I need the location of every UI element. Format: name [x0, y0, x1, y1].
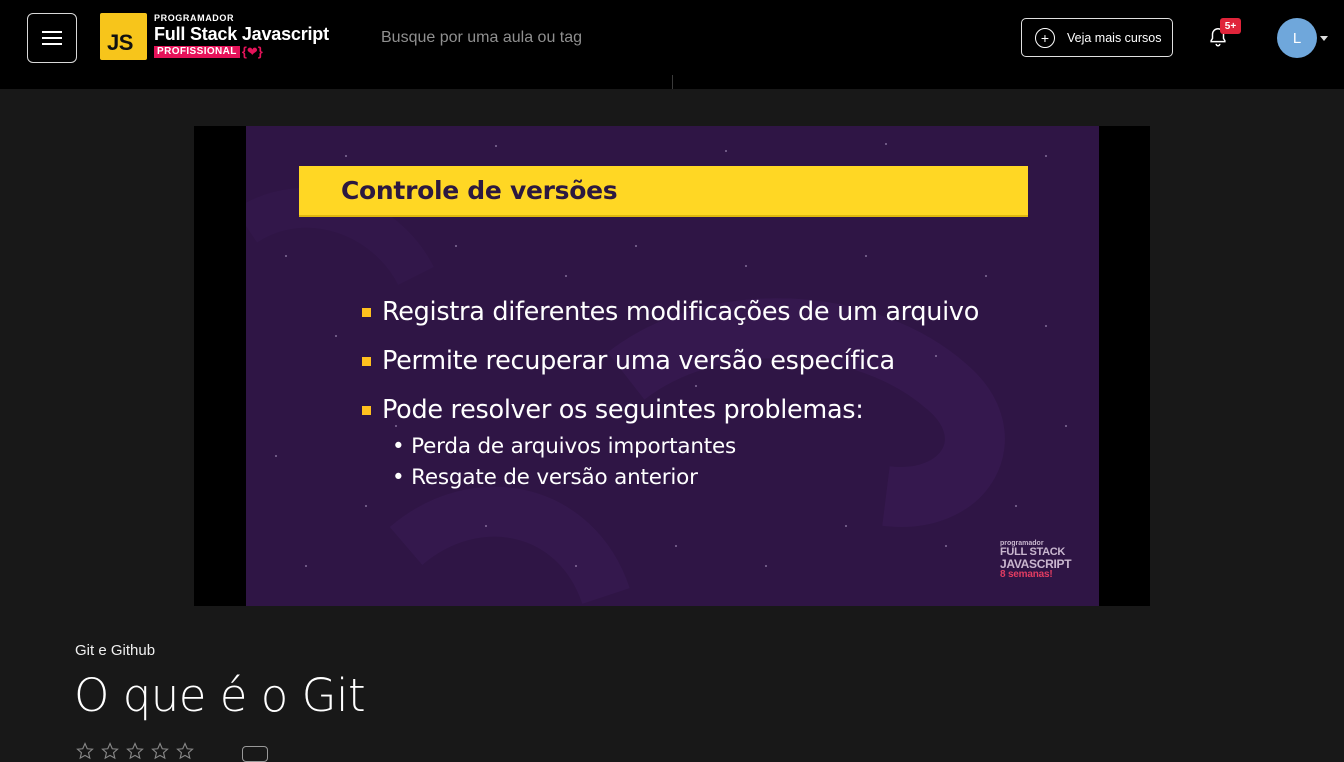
slide-title-bar: Controle de versões: [299, 166, 1028, 217]
slide-logo-line: 8 semanas!: [1000, 569, 1053, 580]
rating-stars: [76, 742, 194, 760]
slide-bullet: Permite recuperar uma versão específica: [362, 346, 895, 376]
search-input[interactable]: [381, 24, 881, 52]
more-courses-label: Veja mais cursos: [1067, 30, 1162, 45]
brand-title: Full Stack Javascript: [154, 24, 329, 44]
brand-subtitle: PROFISSIONAL: [154, 45, 240, 58]
js-logo-text: JS: [107, 29, 133, 55]
bullet-square-icon: [362, 406, 371, 415]
plus-circle-icon: +: [1035, 27, 1055, 48]
slide-bullet-text: Registra diferentes modificações de um a…: [382, 297, 980, 327]
lesson-title: O que é o Git: [74, 669, 366, 722]
brand-kicker: PROGRAMADOR: [154, 13, 235, 23]
star-outline-icon[interactable]: [101, 742, 119, 760]
slide-bullet: Pode resolver os seguintes problemas:: [362, 395, 864, 425]
slide-sub-bullet: • Perda de arquivos importantes: [392, 434, 737, 459]
star-outline-icon[interactable]: [151, 742, 169, 760]
header-divider: [672, 75, 673, 89]
comments-icon[interactable]: [242, 746, 268, 762]
menu-button[interactable]: [27, 13, 77, 63]
brand-text: PROGRAMADOR Full Stack Javascript PROFIS…: [154, 14, 329, 58]
bullet-square-icon: [362, 357, 371, 366]
slide-bullet-text: Permite recuperar uma versão específica: [382, 346, 895, 376]
star-outline-icon[interactable]: [76, 742, 94, 760]
notification-badge: 5+: [1220, 18, 1241, 34]
star-outline-icon[interactable]: [126, 742, 144, 760]
slide-watermark-logo: programador FULL STACK JAVASCRIPT 8 sema…: [1000, 540, 1086, 588]
slide-sub-bullet: • Resgate de versão anterior: [392, 465, 698, 490]
video-slide: Controle de versões Registra diferentes …: [246, 126, 1099, 606]
top-navbar: JS PROGRAMADOR Full Stack Javascript PRO…: [0, 0, 1344, 89]
bullet-square-icon: [362, 308, 371, 317]
video-player[interactable]: Controle de versões Registra diferentes …: [194, 126, 1150, 606]
star-outline-icon[interactable]: [176, 742, 194, 760]
brand-subtitle-row: PROFISSIONAL {❤}: [154, 45, 329, 58]
hamburger-menu-icon: [42, 31, 62, 45]
brand-logo[interactable]: JS PROGRAMADOR Full Stack Javascript PRO…: [100, 12, 329, 60]
slide-bullet: Registra diferentes modificações de um a…: [362, 297, 979, 327]
slide-title: Controle de versões: [341, 176, 618, 205]
avatar[interactable]: L: [1277, 18, 1317, 58]
caret-down-icon[interactable]: [1320, 36, 1328, 41]
more-courses-button[interactable]: + Veja mais cursos: [1021, 18, 1173, 57]
js-logo-badge: JS: [100, 12, 147, 60]
slide-bullet-text: Pode resolver os seguintes problemas:: [382, 395, 864, 425]
course-name[interactable]: Git e Github: [75, 642, 155, 659]
brand-braces: {❤}: [241, 44, 263, 59]
